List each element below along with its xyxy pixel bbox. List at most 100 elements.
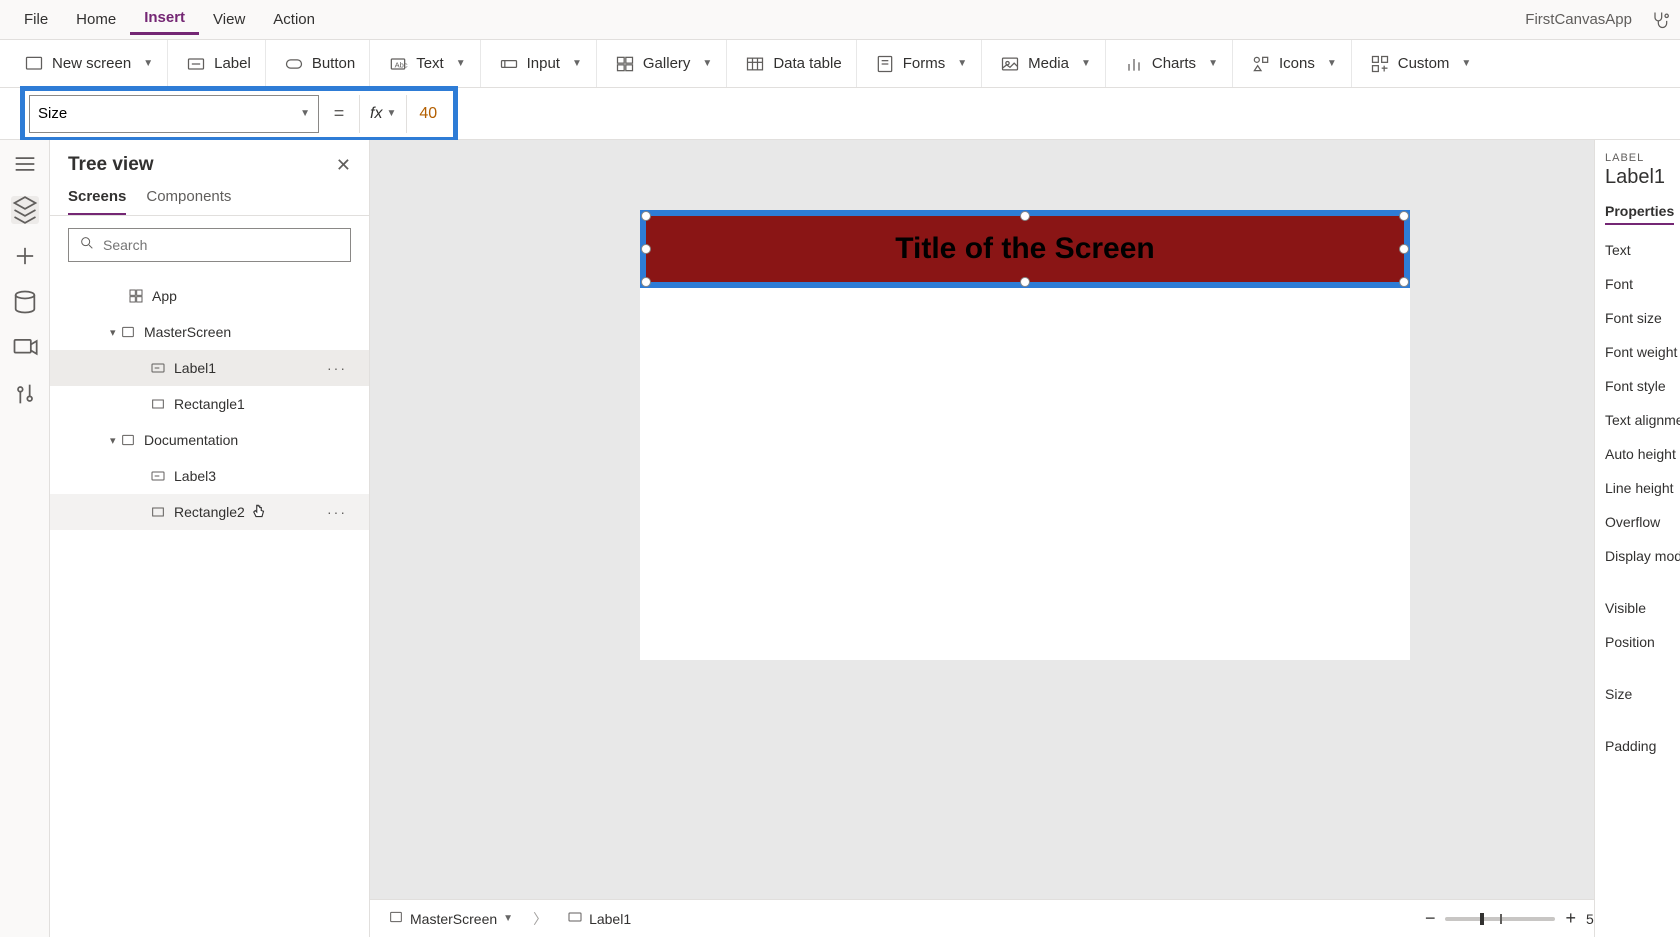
tab-screens[interactable]: Screens [68,188,126,215]
chevron-down-icon: ▼ [1327,58,1337,69]
label-control-text: Title of the Screen [895,232,1155,266]
rectangle-icon [150,504,166,520]
prop-font[interactable]: Font [1595,267,1680,301]
prop-font-style[interactable]: Font style [1595,369,1680,403]
prop-font-weight[interactable]: Font weight [1595,335,1680,369]
resize-handle[interactable] [1020,211,1030,221]
breadcrumb-element[interactable]: Label1 [567,909,631,928]
prop-position[interactable]: Position [1595,625,1680,659]
tree-item-masterscreen[interactable]: ▾ MasterScreen [50,314,369,350]
tree-search-box[interactable] [68,228,351,262]
zoom-slider[interactable] [1445,917,1555,921]
properties-name: Label1 [1605,166,1670,189]
label-control[interactable]: Title of the Screen [646,216,1404,282]
breadcrumb-screen[interactable]: MasterScreen ▼ [388,909,513,928]
chevron-down-icon: ▼ [702,58,712,69]
screen-icon [120,324,136,340]
resize-handle[interactable] [1399,244,1409,254]
prop-visible[interactable]: Visible [1595,591,1680,625]
add-icon[interactable] [11,242,39,270]
close-icon[interactable]: ✕ [336,155,351,176]
resize-handle[interactable] [641,211,651,221]
tree-view-icon[interactable] [11,196,39,224]
insert-icons-button[interactable]: Icons ▼ [1237,40,1352,87]
insert-input-label: Input [527,55,560,72]
formula-value[interactable]: 40 [407,105,449,123]
hamburger-icon[interactable] [11,150,39,178]
new-screen-button[interactable]: New screen ▼ [10,40,168,87]
prop-display-mode[interactable]: Display mode [1595,539,1680,573]
insert-text-button[interactable]: Abc Text ▼ [374,40,480,87]
more-icon[interactable]: ··· [327,360,351,376]
insert-button-button[interactable]: Button [270,40,370,87]
more-icon[interactable]: ··· [327,504,351,520]
menu-insert[interactable]: Insert [130,5,199,35]
insert-forms-button[interactable]: Forms ▼ [861,40,982,87]
prop-text[interactable]: Text [1595,233,1680,267]
search-icon [79,235,95,256]
tree-item-documentation[interactable]: ▾ Documentation [50,422,369,458]
tree-item-rectangle1[interactable]: Rectangle1 [50,386,369,422]
media-icon [1000,54,1020,74]
insert-charts-button[interactable]: Charts ▼ [1110,40,1233,87]
prop-line-height[interactable]: Line height [1595,471,1680,505]
resize-handle[interactable] [1020,277,1030,287]
property-input[interactable] [38,105,300,122]
gallery-icon [615,54,635,74]
prop-font-size[interactable]: Font size [1595,301,1680,335]
input-icon [499,54,519,74]
prop-text-align[interactable]: Text alignment [1595,403,1680,437]
resize-handle[interactable] [641,277,651,287]
insert-button-text: Button [312,55,355,72]
menu-action[interactable]: Action [259,7,329,32]
tree-item-label1[interactable]: Label1 ··· [50,350,369,386]
selected-element-outline[interactable]: Title of the Screen [640,210,1410,288]
stethoscope-icon[interactable] [1650,10,1670,30]
screen-icon [24,54,44,74]
tree-app[interactable]: App [50,278,369,314]
resize-handle[interactable] [1399,277,1409,287]
tools-icon[interactable] [11,380,39,408]
menu-view[interactable]: View [199,7,259,32]
app-icon [128,288,144,304]
chevron-down-icon: ▼ [300,108,310,119]
insert-charts-label: Charts [1152,55,1196,72]
chevron-down-icon: ▼ [1461,58,1471,69]
insert-datatable-label: Data table [773,55,841,72]
label-icon [567,909,583,928]
tree-item-label3[interactable]: Label3 [50,458,369,494]
chevron-down-icon: ▼ [143,58,153,69]
media-rail-icon[interactable] [11,334,39,362]
properties-tab[interactable]: Properties [1605,203,1674,225]
insert-media-button[interactable]: Media ▼ [986,40,1106,87]
tree-item-label: Rectangle1 [174,396,245,412]
data-icon[interactable] [11,288,39,316]
fx-button[interactable]: fx▼ [359,95,407,133]
zoom-in-button[interactable]: + [1565,908,1576,929]
menu-home[interactable]: Home [62,7,130,32]
insert-custom-button[interactable]: Custom ▼ [1356,40,1486,87]
zoom-out-button[interactable]: − [1425,908,1436,929]
prop-size[interactable]: Size [1595,677,1680,711]
prop-overflow[interactable]: Overflow [1595,505,1680,539]
insert-input-button[interactable]: Input ▼ [485,40,597,87]
resize-handle[interactable] [1399,211,1409,221]
chevron-down-icon[interactable]: ▾ [110,326,116,339]
insert-gallery-button[interactable]: Gallery ▼ [601,40,727,87]
search-input[interactable] [103,237,340,253]
property-selector[interactable]: ▼ [29,95,319,133]
prop-padding[interactable]: Padding [1595,729,1680,763]
screen-canvas[interactable]: Title of the Screen [640,210,1410,660]
insert-label-button[interactable]: Label [172,40,266,87]
insert-datatable-button[interactable]: Data table [731,40,856,87]
chevron-down-icon[interactable]: ▾ [110,434,116,447]
insert-forms-label: Forms [903,55,946,72]
tab-components[interactable]: Components [146,188,231,215]
insert-gallery-label: Gallery [643,55,691,72]
equals-sign: = [319,103,359,124]
resize-handle[interactable] [641,244,651,254]
insert-text-label: Text [416,55,444,72]
menu-file[interactable]: File [10,7,62,32]
tree-item-rectangle2[interactable]: Rectangle2 ··· [50,494,369,530]
prop-auto-height[interactable]: Auto height [1595,437,1680,471]
